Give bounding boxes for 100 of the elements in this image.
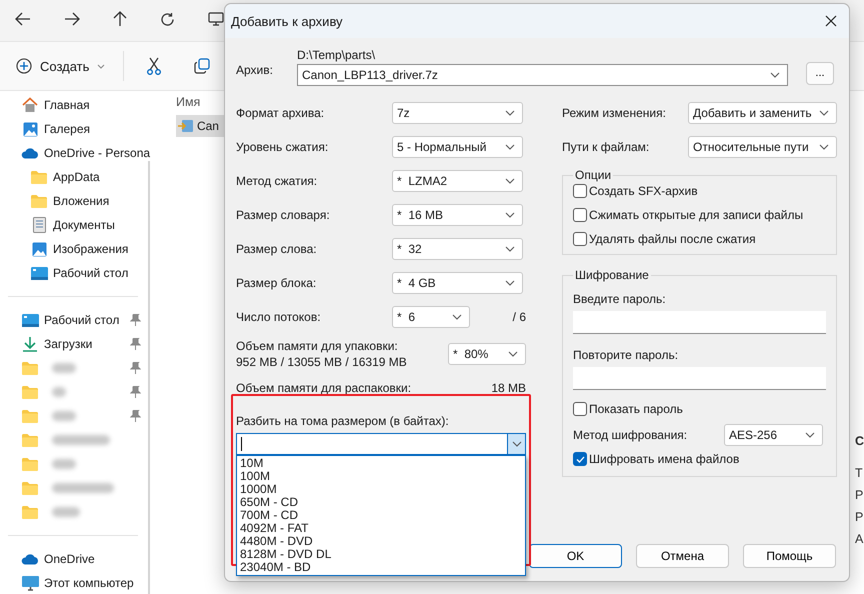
path-text: D:\Temp\parts\: [297, 48, 376, 62]
folder-icon: [31, 194, 47, 208]
monitor-icon[interactable]: [208, 12, 224, 26]
folder-icon: [22, 506, 38, 518]
folder-icon: [22, 458, 38, 470]
checkbox[interactable]: [573, 208, 587, 222]
refresh-icon[interactable]: [160, 12, 175, 26]
volume-size-field[interactable]: [236, 433, 526, 455]
window-title: Добавить к архиву: [231, 14, 343, 28]
sidebar-item[interactable]: Загрузки: [0, 332, 146, 356]
copy-icon[interactable]: [194, 58, 210, 74]
archive-name-field[interactable]: Canon_LBP113_driver.7z: [297, 64, 788, 86]
memory-value-text: 18 MB: [491, 381, 526, 395]
forward-icon[interactable]: [64, 12, 80, 26]
dropdown[interactable]: Относительные пути: [688, 136, 837, 158]
field-label: Разбить на тома размером (в байтах):: [236, 414, 449, 428]
dialog-button[interactable]: Помощь: [743, 544, 836, 568]
back-icon[interactable]: [15, 12, 31, 26]
list-option[interactable]: 23040M - BD: [240, 561, 311, 574]
column-header[interactable]: Имя: [176, 95, 200, 109]
sidebar-item[interactable]: Вложения: [0, 189, 146, 213]
field-label: Режим изменения:: [562, 106, 667, 120]
document-icon: [32, 217, 46, 233]
field-label: Пути к файлам:: [562, 140, 650, 154]
checkbox[interactable]: [573, 232, 587, 246]
list-option[interactable]: 10M: [240, 457, 264, 470]
blurred-label: [52, 435, 110, 445]
folder-icon: [22, 434, 38, 446]
dropdown[interactable]: 5 - Нормальный: [392, 136, 523, 158]
list-option[interactable]: 4092M - FAT: [240, 522, 308, 535]
dropdown[interactable]: Добавить и заменить: [688, 102, 837, 124]
sidebar-item[interactable]: Галерея: [0, 117, 146, 141]
checkbox[interactable]: [573, 452, 587, 466]
dropdown[interactable]: * 6: [392, 306, 470, 328]
image-icon: [32, 242, 46, 256]
chevron-down-icon: [770, 72, 780, 78]
list-option[interactable]: 8128M - DVD DL: [240, 548, 332, 561]
sidebar-item[interactable]: Рабочий стол: [0, 261, 146, 285]
dropdown[interactable]: * 4 GB: [392, 272, 523, 294]
checkbox-label: Сжимать открытые для записи файлы: [589, 208, 804, 222]
field-label: Архив:: [236, 63, 274, 77]
chevron-down-icon: [505, 246, 515, 252]
desktop-icon: [30, 266, 48, 280]
list-option[interactable]: 700M - CD: [240, 509, 298, 522]
details-text: Р: [854, 510, 864, 524]
pin-icon[interactable]: [130, 386, 141, 398]
blurred-label: [52, 387, 66, 397]
checkbox-label: Шифровать имена файлов: [589, 452, 740, 466]
dialog-button[interactable]: OK: [529, 544, 622, 568]
field-label: Метод сжатия:: [236, 174, 318, 188]
dropdown[interactable]: 7z: [392, 102, 523, 124]
password-field[interactable]: [573, 311, 826, 334]
list-option[interactable]: 4480M - DVD: [240, 535, 313, 548]
dropdown[interactable]: * LZMA2: [392, 170, 523, 192]
list-option[interactable]: 650M - CD: [240, 496, 298, 509]
blurred-label: [52, 507, 80, 517]
field-label: Метод шифрования:: [573, 428, 688, 442]
group-title: Шифрование: [574, 268, 650, 282]
cut-icon[interactable]: [146, 57, 162, 75]
field-label: Объем памяти для распаковки:: [236, 381, 412, 395]
sidebar-item[interactable]: OneDrive: [0, 547, 146, 571]
pin-icon[interactable]: [130, 410, 141, 422]
folder-icon: [22, 410, 38, 422]
cloud-icon: [21, 554, 39, 564]
dialog-button[interactable]: Отмена: [636, 544, 729, 568]
close-icon[interactable]: [825, 15, 837, 27]
folder-icon: [31, 170, 47, 184]
sidebar-item[interactable]: AppData: [0, 165, 146, 189]
image-icon: [22, 122, 38, 136]
plus-icon: [16, 58, 32, 74]
sidebar-item[interactable]: Изображения: [0, 237, 146, 261]
dropdown[interactable]: * 80%: [448, 343, 526, 365]
field-label: Повторите пароль:: [573, 348, 678, 362]
checkbox-label: Показать пароль: [589, 402, 683, 416]
dropdown[interactable]: AES-256: [724, 424, 823, 446]
sidebar-item[interactable]: Рабочий стол: [0, 308, 146, 332]
browse-button[interactable]: ...: [806, 62, 834, 84]
list-option[interactable]: 100M: [240, 470, 270, 483]
chevron-down-icon: [452, 314, 462, 320]
up-icon[interactable]: [113, 11, 127, 27]
dropdown[interactable]: * 32: [392, 238, 523, 260]
create-button[interactable]: Создать: [14, 54, 108, 78]
chevron-down-icon: [819, 110, 829, 116]
memory-usage-text: 952 MB / 13055 MB / 16319 MB: [236, 355, 408, 369]
sidebar-item[interactable]: Главная: [0, 93, 146, 117]
chevron-down-icon: [819, 144, 829, 150]
pin-icon[interactable]: [130, 314, 141, 326]
checkbox[interactable]: [573, 184, 587, 198]
list-option[interactable]: 1000M: [240, 483, 277, 496]
password-field[interactable]: [573, 367, 826, 390]
folder-icon: [22, 362, 38, 374]
sidebar-item[interactable]: Этот компьютер: [0, 571, 146, 594]
pin-icon[interactable]: [130, 362, 141, 374]
sidebar-item[interactable]: Документы: [0, 213, 146, 237]
chevron-down-icon: [505, 212, 515, 218]
checkbox[interactable]: [573, 402, 587, 416]
blurred-label: [52, 483, 114, 493]
dropdown[interactable]: * 16 MB: [392, 204, 523, 226]
pin-icon[interactable]: [130, 338, 141, 350]
chevron-down-icon: [805, 432, 815, 438]
